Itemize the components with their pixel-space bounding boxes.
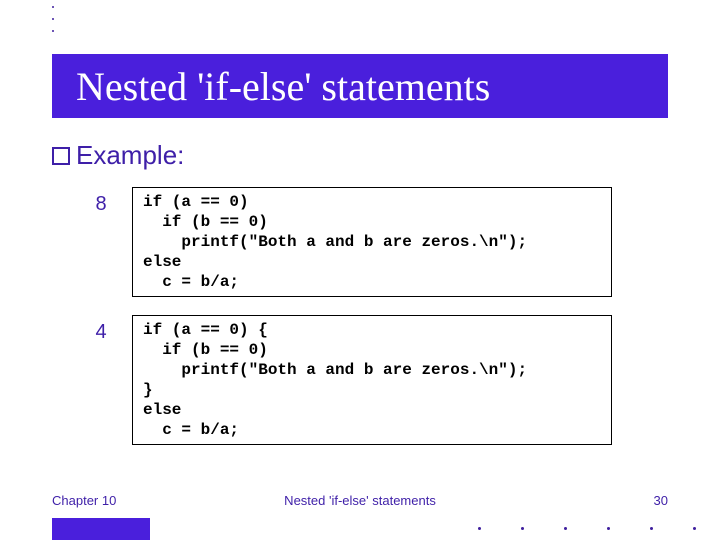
footer: Chapter 10 Nested 'if-else' statements 3… — [52, 493, 668, 508]
bottom-right-dots — [478, 527, 696, 530]
bottom-left-block — [52, 518, 150, 540]
code-box-2: if (a == 0) { if (b == 0) printf("Both a… — [132, 315, 612, 445]
row-bullet-2: 4 — [90, 315, 112, 344]
bullet-example: Example: — [52, 140, 668, 171]
slide-title: Nested 'if-else' statements — [76, 63, 490, 110]
title-bar: Nested 'if-else' statements — [52, 54, 668, 118]
footer-center: Nested 'if-else' statements — [284, 493, 436, 508]
corner-dots — [52, 6, 54, 32]
row-bullet-1: 8 — [90, 187, 112, 216]
footer-left: Chapter 10 — [52, 493, 116, 508]
code-row-1: 8 if (a == 0) if (b == 0) printf("Both a… — [90, 187, 668, 297]
code-row-2: 4 if (a == 0) { if (b == 0) printf("Both… — [90, 315, 668, 445]
square-bullet-icon — [52, 147, 70, 165]
code-box-1: if (a == 0) if (b == 0) printf("Both a a… — [132, 187, 612, 297]
slide: Nested 'if-else' statements Example: 8 i… — [0, 0, 720, 540]
footer-right: 30 — [654, 493, 668, 508]
bullet-example-label: Example: — [76, 140, 184, 171]
body-area: Example: 8 if (a == 0) if (b == 0) print… — [52, 140, 668, 463]
